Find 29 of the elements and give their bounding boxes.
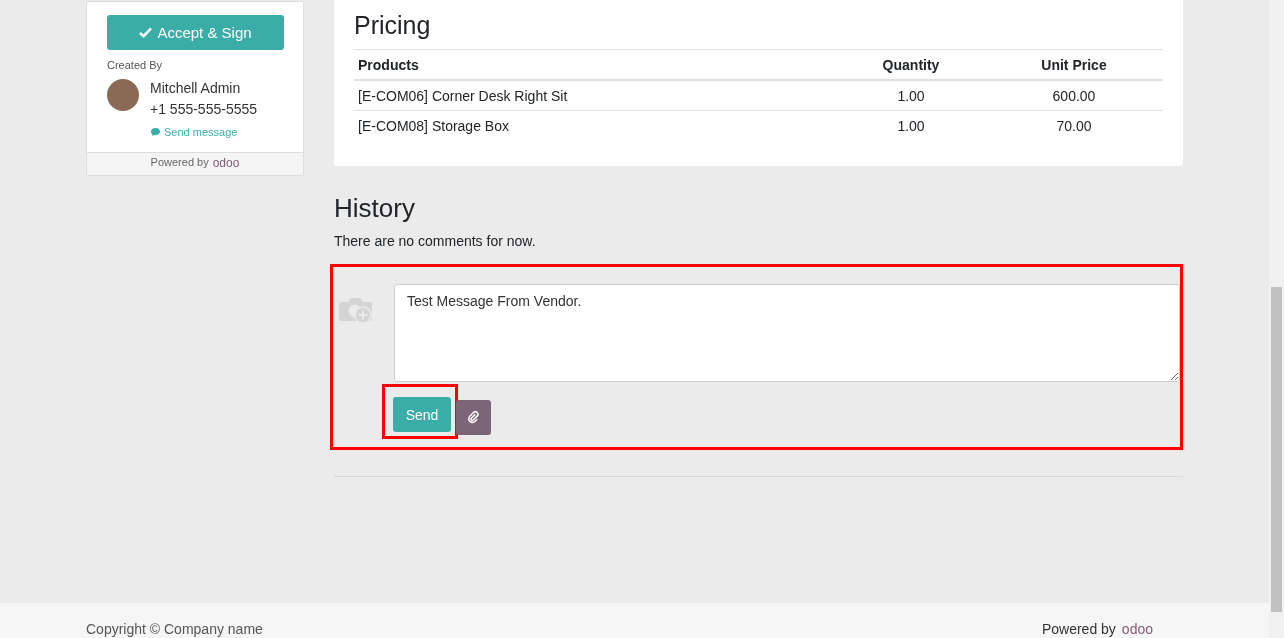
comment-field[interactable]: Test Message From Vendor.: [394, 284, 1180, 382]
copyright-text: Copyright © Company name: [86, 621, 263, 638]
table-cell: [E-COM08] Storage Box: [354, 110, 837, 140]
column-header: Quantity: [837, 49, 985, 80]
powered-by-text: Powered by: [150, 156, 209, 170]
column-header: Products: [354, 49, 837, 80]
accept-sign-button[interactable]: Accept & Sign: [107, 15, 284, 50]
odoo-logo: odoo: [212, 156, 240, 170]
author-name: Mitchell Admin: [150, 79, 242, 98]
avatar-circle: [107, 79, 139, 111]
column-header: Unit Price: [985, 49, 1163, 80]
author-phone: +1 555-555-5555: [150, 100, 258, 119]
table-cell: 1.00: [837, 80, 985, 111]
pricing-title: Pricing: [354, 10, 432, 40]
table-cell: 1.00: [837, 110, 985, 140]
table-cell: 600.00: [985, 80, 1163, 111]
no-comments-text: There are no comments for now.: [334, 233, 537, 249]
table-cell: 70.00: [985, 110, 1163, 140]
send-message-link[interactable]: Send message: [150, 126, 258, 138]
odoo-logo: odoo: [1121, 621, 1153, 637]
table-cell: [E-COM06] Corner Desk Right Sit: [354, 80, 837, 111]
check-icon: [139, 27, 153, 38]
powered-by-text: Powered by: [1041, 621, 1116, 637]
send-button[interactable]: Send: [393, 397, 451, 432]
history-title: History: [334, 192, 416, 224]
paperclip-icon: [468, 410, 479, 424]
attach-button[interactable]: [456, 399, 491, 435]
created-by-label: Created By: [107, 59, 164, 71]
speech-bubble-icon: [150, 127, 161, 137]
